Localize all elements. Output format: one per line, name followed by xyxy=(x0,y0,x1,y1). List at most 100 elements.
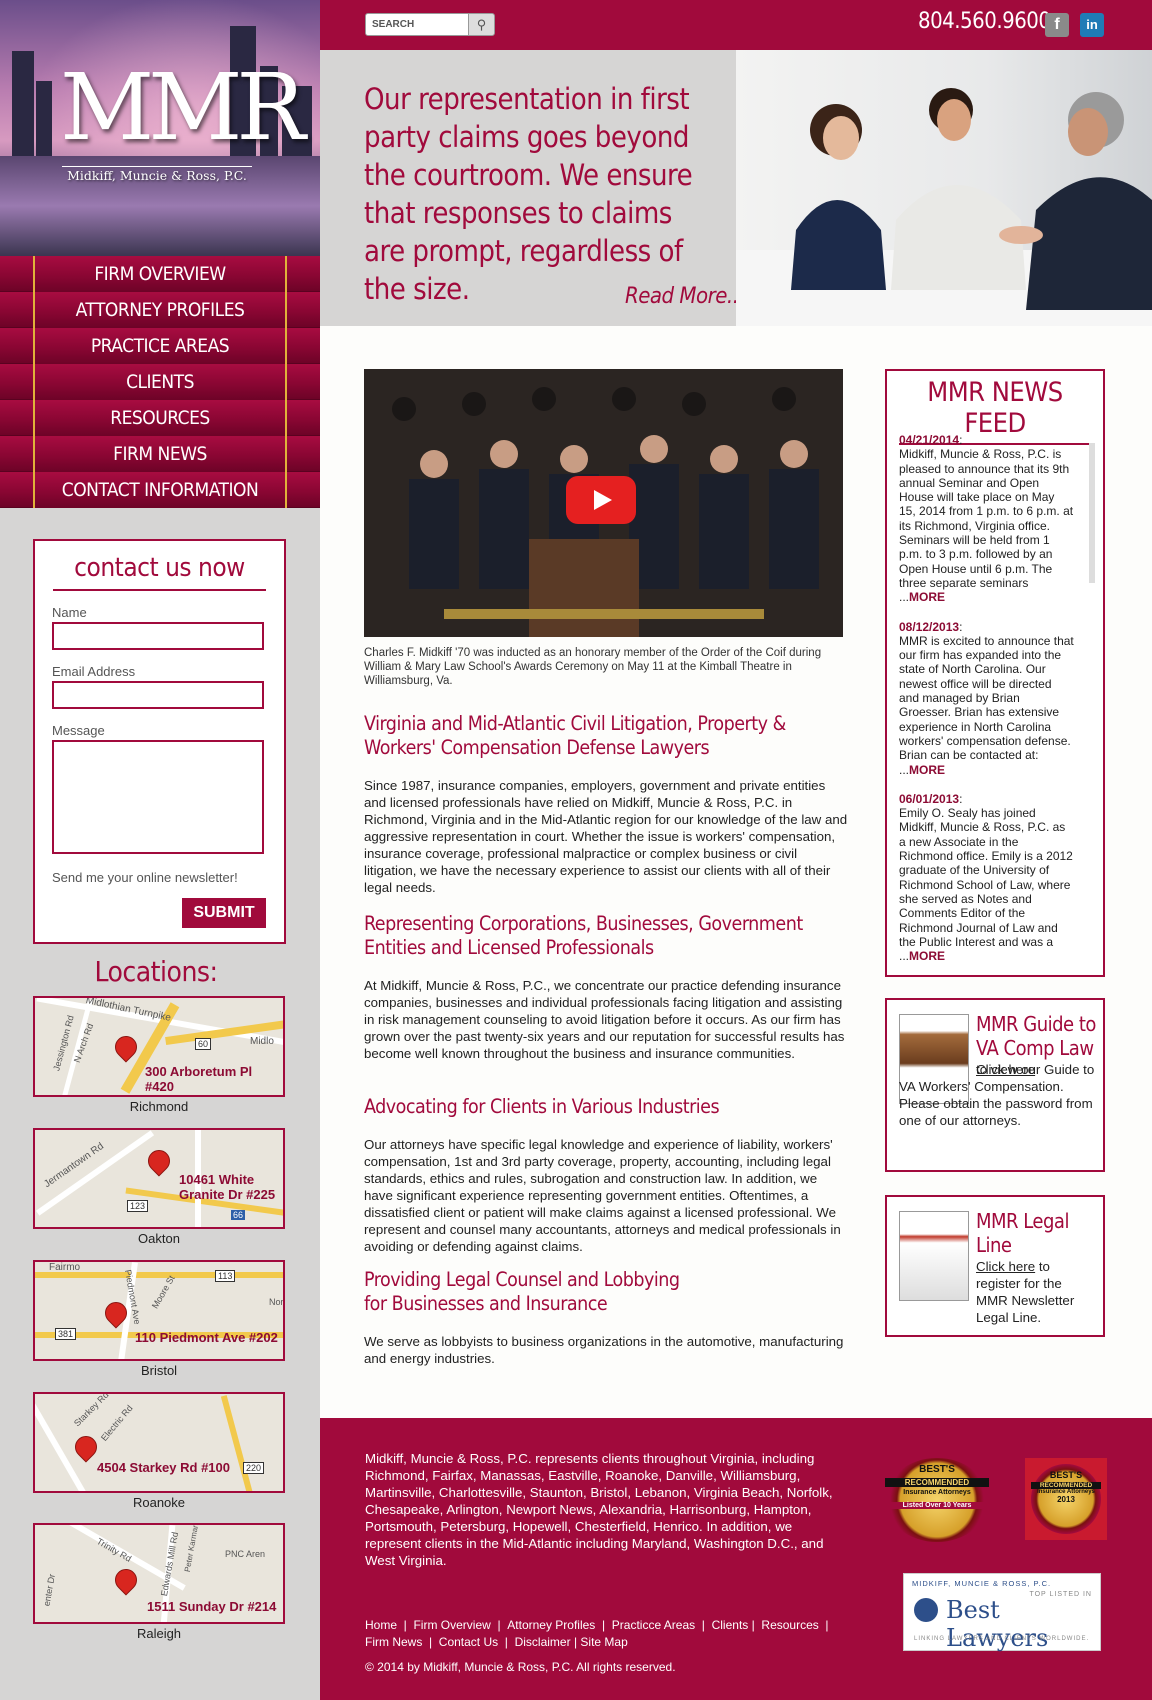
contact-title: contact us now xyxy=(53,553,266,591)
location-city: Raleigh xyxy=(136,1626,182,1641)
hero-text: Our representation in first party claims… xyxy=(364,82,693,306)
footer-link-attorney-profiles[interactable]: Attorney Profiles xyxy=(507,1618,595,1632)
badge-text: RECOMMENDED xyxy=(885,1478,989,1487)
footer-link-home[interactable]: Home xyxy=(365,1618,397,1632)
news-more-link[interactable]: MORE xyxy=(909,949,945,963)
email-field[interactable] xyxy=(52,681,264,709)
news-text: MMR is excited to announce that our firm… xyxy=(899,633,1074,763)
badge-text: BEST'S xyxy=(919,1464,955,1475)
video-player[interactable] xyxy=(364,369,843,637)
footer-link-disclaimer[interactable]: Disclaimer xyxy=(515,1635,571,1649)
section-heading: Virginia and Mid-Atlantic Civil Litigati… xyxy=(364,712,786,759)
skyline-building xyxy=(12,51,34,156)
route-shield: 220 xyxy=(243,1462,265,1474)
best-lawyers-badge[interactable]: MIDKIFF, MUNCIE & ROSS, P.C. TOP LISTED … xyxy=(903,1573,1101,1652)
promo-title: MMR Guide to VA Comp Law xyxy=(976,1012,1096,1060)
footer-link-firm-news[interactable]: Firm News xyxy=(365,1635,422,1649)
map-roanoke[interactable]: Starkey Rd Electric Rd 220 4504 Starkey … xyxy=(33,1392,285,1493)
read-more-link[interactable]: Read More... xyxy=(625,284,745,309)
footer-link-site-map[interactable]: Site Map xyxy=(580,1635,627,1649)
bests-2013-badge[interactable]: BEST'S RECOMMENDED Insurance Attorneys 2… xyxy=(1031,1464,1101,1534)
nav-firm-overview[interactable]: FIRM OVERVIEW xyxy=(33,256,287,292)
name-label: Name xyxy=(52,605,87,620)
location-address: 300 Arboretum Pl #420 xyxy=(145,1064,253,1094)
nav-attorney-profiles[interactable]: ATTORNEY PROFILES xyxy=(33,292,287,328)
facebook-icon[interactable]: f xyxy=(1045,13,1069,37)
news-text: Midkiff, Muncie & Ross, P.C. is pleased … xyxy=(899,447,1074,590)
map-pin-icon xyxy=(143,1145,175,1177)
hero-slider: Our representation in first party claims… xyxy=(320,50,1152,326)
route-shield: 113 xyxy=(215,1270,236,1282)
promo-link[interactable]: Click here xyxy=(976,1259,1035,1274)
news-feed: MMR NEWS FEED 04/21/2014: Midkiff, Munci… xyxy=(885,369,1105,977)
best-lawyers-logo-icon xyxy=(914,1598,938,1622)
video-caption: Charles F. Midkiff '70 was inducted as a… xyxy=(364,647,822,687)
map-richmond[interactable]: Midlothian Turnpike N Arch Rd Jessington… xyxy=(33,996,285,1097)
newsletter-option[interactable]: Send me your online newsletter! xyxy=(52,870,948,885)
badge-text: 2013 xyxy=(1057,1495,1075,1504)
section-body: We serve as lobbyists to business organi… xyxy=(364,1334,844,1366)
search-input[interactable]: SEARCH xyxy=(365,13,469,36)
badge-tagline: LINKING LAWYERS AND CLIENTS WORLDWIDE. xyxy=(914,1636,1090,1642)
newsletter-label: Send me your online newsletter! xyxy=(52,870,238,885)
map-oakton[interactable]: Jermantown Rd 123 66 10461 White Granite… xyxy=(33,1128,285,1229)
badge-firm: MIDKIFF, MUNCIE & ROSS, P.C. xyxy=(912,1579,1052,1588)
street-label: Trinity Rd xyxy=(95,1536,134,1564)
handshake-meeting-image xyxy=(736,88,1152,326)
nav-firm-news[interactable]: FIRM NEWS xyxy=(33,436,287,472)
footer-service-area: Midkiff, Muncie & Ross, P.C. represents … xyxy=(365,1451,833,1568)
news-scrollbar[interactable] xyxy=(1089,443,1095,583)
street-label: Fairmo xyxy=(49,1262,81,1273)
location-city: Richmond xyxy=(129,1099,189,1114)
submit-button[interactable]: SUBMIT xyxy=(182,898,266,928)
section-body: Since 1987, insurance companies, employe… xyxy=(364,778,848,895)
footer-link-firm-overview[interactable]: Firm Overview xyxy=(413,1618,490,1632)
contact-form: contact us now Name Email Address Messag… xyxy=(33,539,948,944)
map-raleigh[interactable]: Trinity Rd Edwards Mill Rd Peter Karmano… xyxy=(33,1523,285,1624)
location-address: 4504 Starkey Rd #100 xyxy=(97,1460,230,1475)
newsletter-thumbnail[interactable] xyxy=(899,1211,969,1301)
news-date: 08/12/2013 xyxy=(899,619,960,634)
news-items: 04/21/2014: Midkiff, Muncie & Ross, P.C.… xyxy=(899,433,1074,978)
promo-title: MMR Legal Line xyxy=(976,1209,1069,1257)
map-bristol[interactable]: Fairmo Piedmont Ave Moore St 113 381 Nor… xyxy=(33,1260,285,1361)
linkedin-icon[interactable]: in xyxy=(1080,13,1104,37)
name-field[interactable] xyxy=(52,622,264,650)
nav-resources[interactable]: RESOURCES xyxy=(33,400,287,436)
map-pin-icon xyxy=(70,1431,102,1463)
footer-link-contact-us[interactable]: Contact Us xyxy=(439,1635,498,1649)
news-date: 04/21/2014 xyxy=(899,433,960,447)
logo-banner[interactable]: MMR Midkiff, Muncie & Ross, P.C. xyxy=(0,0,320,256)
poi-label: PNC Aren xyxy=(225,1549,266,1559)
skyline-building xyxy=(36,81,52,156)
top-bar: SEARCH ⚲ 804.560.9600 f in xyxy=(320,0,1152,50)
search-icon: ⚲ xyxy=(476,17,487,32)
bests-2013-badge-frame: BEST'S RECOMMENDED Insurance Attorneys 2… xyxy=(1025,1458,1107,1540)
section-heading: Advocating for Clients in Various Indust… xyxy=(364,1095,720,1118)
bests-recommended-badge[interactable]: BEST'S RECOMMENDED Insurance Attorneys L… xyxy=(885,1458,989,1542)
section-heading: Representing Corporations, Businesses, G… xyxy=(364,912,803,959)
news-more-link[interactable]: MORE xyxy=(909,763,945,777)
search-button[interactable]: ⚲ xyxy=(468,13,495,36)
footer-link-clients[interactable]: Clients xyxy=(712,1618,749,1632)
badge-name: Best Lawyers xyxy=(946,1596,1049,1652)
footer-link-resources[interactable]: Resources xyxy=(761,1618,818,1632)
nav-clients[interactable]: CLIENTS xyxy=(33,364,287,400)
news-more-link[interactable]: MORE xyxy=(909,590,945,604)
play-button[interactable] xyxy=(566,476,636,524)
street-label: Moore St xyxy=(149,1273,177,1311)
route-shield: 60 xyxy=(195,1038,212,1050)
nav-practice-areas[interactable]: PRACTICE AREAS xyxy=(33,328,287,364)
phone-number[interactable]: 804.560.9600 xyxy=(918,9,1051,34)
badge-text: BEST'S xyxy=(1049,1470,1083,1480)
hero-photo xyxy=(736,50,1152,326)
promo-va-comp-guide: MMR Guide to VA Comp Law Click here to v… xyxy=(885,998,1105,1172)
promo-text: Click here to register for the MMR Newsl… xyxy=(976,1258,1091,1326)
logo-firm-name: Midkiff, Muncie & Ross, P.C. xyxy=(62,166,252,183)
message-field[interactable] xyxy=(52,740,264,854)
footer-link-practice-areas[interactable]: Practicce Areas xyxy=(612,1618,695,1632)
message-label: Message xyxy=(52,723,105,738)
map-road xyxy=(220,1395,256,1491)
street-label: Peter Karmano xyxy=(182,1523,202,1573)
nav-contact-information[interactable]: CONTACT INFORMATION xyxy=(33,472,287,508)
